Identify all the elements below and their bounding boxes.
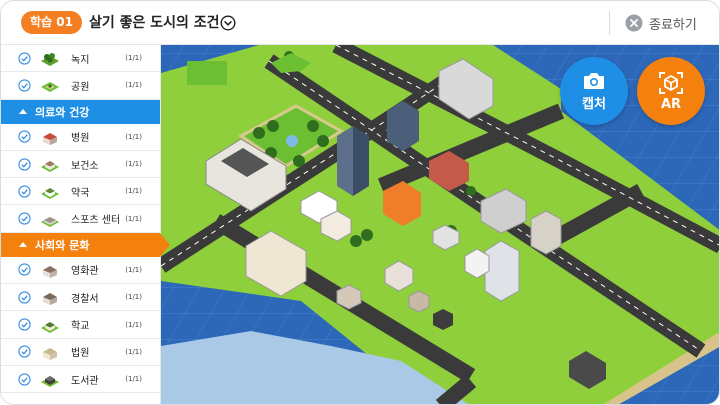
sidebar-item-label: 약국 [71,187,90,199]
sidebar-item-label: 학교 [71,321,90,333]
sports-center-icon [41,216,59,227]
collapse-arrow-icon [19,242,27,248]
sidebar: 녹지 (1/1) 공원 (1/1) 의료와 건강 병원 (1/1) 보건소 (1… [1,45,170,404]
sidebar-item-label: 녹지 [71,54,90,66]
progress-count: (1/1) [125,320,142,329]
section-label: 의료와 건강 [35,105,90,119]
check-icon [18,291,31,304]
sidebar-item-health-center[interactable]: 보건소 (1/1) [1,151,160,179]
sidebar-item-cinema[interactable]: 영화관 (1/1) [1,257,160,285]
check-icon [18,157,31,171]
pharmacy-icon [41,188,59,200]
sidebar-item-police[interactable]: 경찰서 (1/1) [1,284,160,312]
camera-icon [584,72,604,89]
sidebar-item-library[interactable]: 도서관 (1/1) [1,366,160,394]
sidebar-item-label: 병원 [71,133,90,145]
check-icon [18,372,31,386]
police-icon [43,293,57,306]
progress-count: (1/1) [125,54,142,63]
sidebar-item-sports-center[interactable]: 스포츠 센터 (1/1) [1,205,160,233]
sidebar-item-court[interactable]: 법원 (1/1) [1,339,160,366]
capture-button[interactable]: 캡처 [560,57,628,125]
capture-label: 캡처 [582,96,606,112]
sidebar-item-label: 도서관 [71,375,99,387]
court-icon [43,347,57,360]
progress-count: (1/1) [125,214,142,223]
progress-count: (1/1) [125,375,142,384]
garden-icon [41,82,59,93]
check-icon [18,345,31,358]
lesson-badge: 학습 01 [21,11,82,34]
progress-count: (1/1) [125,265,142,274]
sidebar-item-hospital[interactable]: 병원 (1/1) [1,124,160,151]
ar-cube-icon [659,71,683,94]
progress-count: (1/1) [125,160,142,169]
check-icon [18,130,31,143]
school-icon [41,321,59,333]
exit-label: 종료하기 [649,17,697,33]
header-bar: 학습 01 살기 좋은 도시의 조건 종료하기 [1,1,719,45]
app-frame: 학습 01 살기 좋은 도시의 조건 종료하기 녹지 (1/1) 공원 (1/1… [0,0,720,405]
check-icon [18,52,31,65]
sidebar-item-label: 스포츠 센터 [71,215,121,227]
cinema-icon [43,265,57,278]
progress-count: (1/1) [125,132,142,141]
progress-count: (1/1) [125,293,142,302]
sidebar-item-label: 법원 [71,348,90,360]
sidebar-item-label: 보건소 [71,160,99,172]
sidebar-item-label: 영화관 [71,266,99,278]
check-icon [18,263,31,277]
progress-count: (1/1) [125,347,142,356]
close-icon [625,14,643,32]
library-icon [41,376,59,388]
sidebar-item-pharmacy[interactable]: 약국 (1/1) [1,178,160,206]
check-icon [18,212,31,225]
sidebar-item-school[interactable]: 학교 (1/1) [1,311,160,339]
ar-label: AR [660,96,682,112]
section-label: 사회와 문화 [35,238,90,252]
progress-count: (1/1) [125,81,142,90]
clinic-icon [41,161,59,173]
page-title: 살기 좋은 도시의 조건 [89,15,220,31]
check-icon [18,318,31,331]
city-map[interactable] [161,45,719,404]
sidebar-item-park[interactable]: 공원 (1/1) [1,72,160,100]
hospital-icon [43,132,57,145]
check-icon [18,79,31,92]
ar-button[interactable]: AR [637,57,705,125]
chevron-down-icon[interactable] [220,15,236,31]
exit-button[interactable]: 종료하기 [625,12,697,34]
section-culture[interactable]: 사회와 문화 [1,232,170,257]
sidebar-item-label: 경찰서 [71,293,99,305]
header-divider [609,11,610,35]
collapse-arrow-icon [19,109,27,115]
sidebar-item-green-space[interactable]: 녹지 (1/1) [1,45,160,73]
city-map-illustration [161,45,719,404]
park-icon [41,53,59,67]
sidebar-item-label: 공원 [71,81,90,93]
section-health[interactable]: 의료와 건강 [1,99,160,124]
progress-count: (1/1) [125,187,142,196]
check-icon [18,185,31,198]
